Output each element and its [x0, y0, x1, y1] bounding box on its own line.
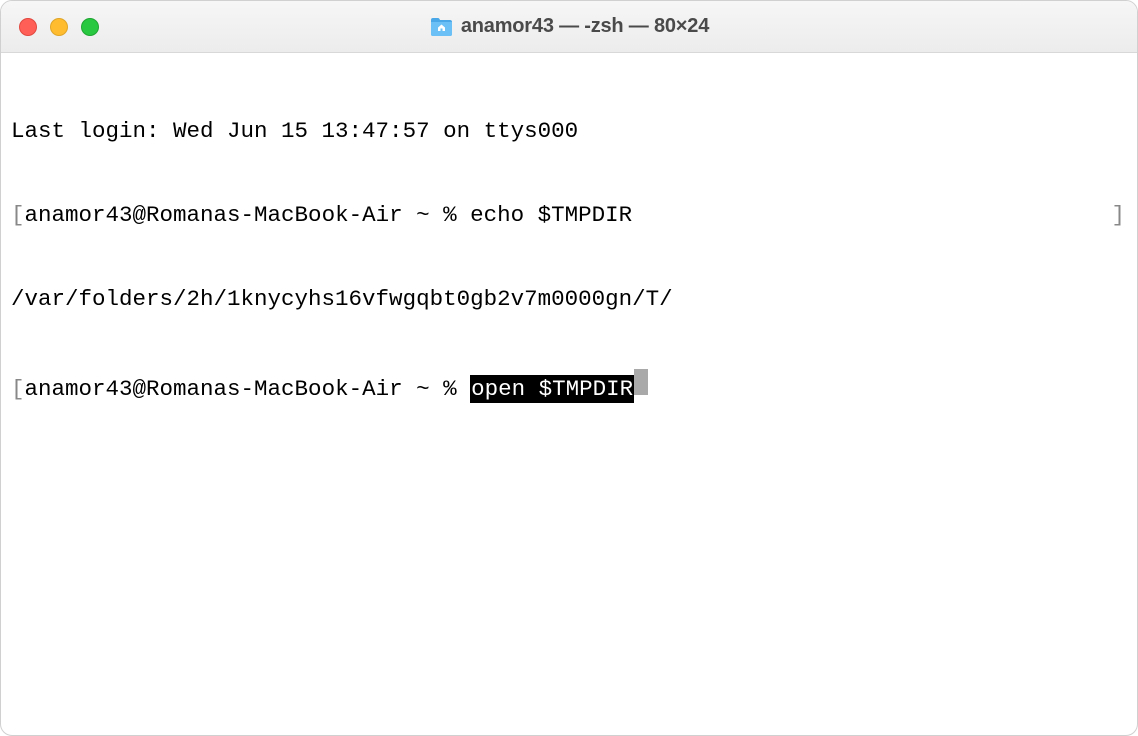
- bracket-right-icon: ]: [1111, 201, 1127, 229]
- traffic-lights: [1, 18, 99, 36]
- command-text: echo $TMPDIR: [470, 201, 632, 229]
- cursor-icon: [634, 369, 648, 395]
- prompt-line-2: [anamor43@Romanas-MacBook-Air ~ % open $…: [11, 369, 1127, 403]
- terminal-body[interactable]: Last login: Wed Jun 15 13:47:57 on ttys0…: [1, 53, 1137, 467]
- folder-home-icon: [429, 17, 453, 37]
- command-text-selected[interactable]: open $TMPDIR: [470, 375, 634, 403]
- bracket-left-icon: [: [11, 201, 25, 229]
- terminal-window: anamor43 — -zsh — 80×24 Last login: Wed …: [0, 0, 1138, 736]
- bracket-left-icon: [: [11, 375, 25, 403]
- output-line: /var/folders/2h/1knycyhs16vfwgqbt0gb2v7m…: [11, 285, 1127, 313]
- last-login-line: Last login: Wed Jun 15 13:47:57 on ttys0…: [11, 117, 1127, 145]
- zoom-button[interactable]: [81, 18, 99, 36]
- prompt-host: anamor43@Romanas-MacBook-Air ~ %: [25, 375, 471, 403]
- window-title: anamor43 — -zsh — 80×24: [461, 15, 709, 38]
- titlebar[interactable]: anamor43 — -zsh — 80×24: [1, 1, 1137, 53]
- prompt-line-1: [anamor43@Romanas-MacBook-Air ~ % echo $…: [11, 201, 1127, 229]
- minimize-button[interactable]: [50, 18, 68, 36]
- close-button[interactable]: [19, 18, 37, 36]
- title-wrap: anamor43 — -zsh — 80×24: [1, 15, 1137, 38]
- prompt-host: anamor43@Romanas-MacBook-Air ~ %: [25, 201, 471, 229]
